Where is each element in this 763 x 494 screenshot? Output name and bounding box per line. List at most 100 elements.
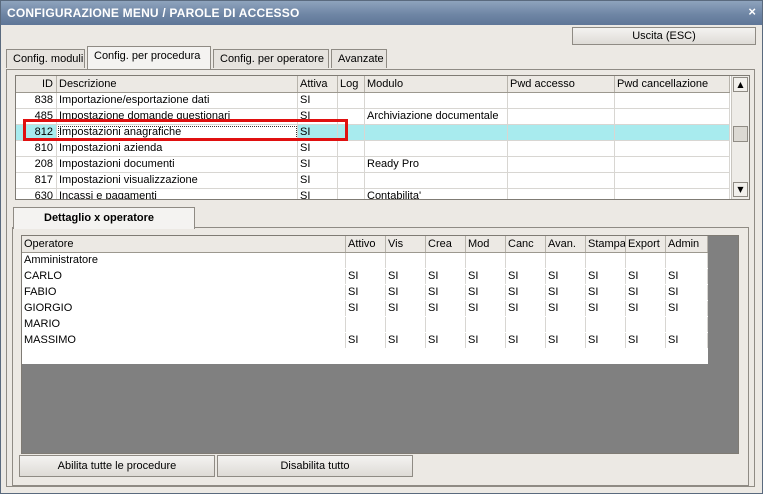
cell-permission[interactable]: SI: [546, 285, 586, 300]
cell-permission[interactable]: SI: [506, 333, 546, 348]
cell-operatore[interactable]: CARLO: [22, 269, 346, 284]
cell-permission[interactable]: SI: [506, 301, 546, 316]
op-col-header-operatore[interactable]: Operatore: [22, 236, 346, 252]
cell-permission[interactable]: [426, 253, 466, 268]
cell-permission[interactable]: SI: [346, 285, 386, 300]
cell-modulo[interactable]: Archiviazione documentale: [365, 109, 508, 124]
cell-permission[interactable]: SI: [426, 333, 466, 348]
cell-operatore[interactable]: MASSIMO: [22, 333, 346, 348]
cell-pwd-cancellazione[interactable]: [615, 125, 730, 140]
cell-permission[interactable]: SI: [666, 301, 708, 316]
col-header-pwd-accesso[interactable]: Pwd accesso: [508, 76, 615, 92]
operator-row[interactable]: CARLO SI SI SI SI SI SI SI SI SI: [22, 269, 708, 285]
cell-attiva[interactable]: SI: [298, 173, 338, 188]
cell-permission[interactable]: SI: [346, 301, 386, 316]
cell-permission[interactable]: SI: [346, 333, 386, 348]
procedure-row[interactable]: 630 Incassi e pagamenti SI Contabilita': [16, 189, 730, 199]
op-col-header-avan[interactable]: Avan.: [546, 236, 586, 252]
cell-pwd-accesso[interactable]: [508, 125, 615, 140]
procedure-row[interactable]: 810 Impostazioni azienda SI: [16, 141, 730, 157]
cell-log[interactable]: [338, 173, 365, 188]
cell-permission[interactable]: [466, 317, 506, 332]
disable-all-button[interactable]: Disabilita tutto: [217, 455, 413, 477]
cell-modulo[interactable]: [365, 93, 508, 108]
cell-pwd-accesso[interactable]: [508, 109, 615, 124]
cell-permission[interactable]: SI: [386, 333, 426, 348]
op-col-header-vis[interactable]: Vis: [386, 236, 426, 252]
op-col-header-canc[interactable]: Canc: [506, 236, 546, 252]
cell-permission[interactable]: [386, 317, 426, 332]
title-bar[interactable]: CONFIGURAZIONE MENU / PAROLE DI ACCESSO …: [1, 1, 762, 25]
cell-id[interactable]: 838: [16, 93, 57, 108]
procedure-row[interactable]: 838 Importazione/esportazione dati SI: [16, 93, 730, 109]
cell-permission[interactable]: [666, 317, 708, 332]
cell-permission[interactable]: SI: [666, 333, 708, 348]
scroll-up-icon[interactable]: ▲: [733, 77, 748, 92]
cell-id[interactable]: 630: [16, 189, 57, 199]
cell-modulo[interactable]: Contabilita': [365, 189, 508, 199]
cell-permission[interactable]: [466, 253, 506, 268]
cell-permission[interactable]: [626, 317, 666, 332]
cell-id[interactable]: 810: [16, 141, 57, 156]
operators-grid[interactable]: Operatore Attivo Vis Crea Mod Canc Avan. Stampa…: [21, 235, 739, 454]
cell-permission[interactable]: SI: [666, 269, 708, 284]
cell-log[interactable]: [338, 93, 365, 108]
cell-descrizione[interactable]: Impostazioni visualizzazione: [57, 173, 298, 188]
cell-operatore[interactable]: FABIO: [22, 285, 346, 300]
cell-permission[interactable]: SI: [626, 285, 666, 300]
op-col-header-export[interactable]: Export: [626, 236, 666, 252]
cell-permission[interactable]: SI: [586, 269, 626, 284]
cell-pwd-cancellazione[interactable]: [615, 173, 730, 188]
cell-descrizione[interactable]: Impostazioni documenti: [57, 157, 298, 172]
scroll-thumb[interactable]: [733, 126, 748, 142]
cell-permission[interactable]: [586, 317, 626, 332]
cell-attiva[interactable]: SI: [298, 157, 338, 172]
tab-config-moduli[interactable]: Config. moduli: [6, 49, 85, 68]
cell-permission[interactable]: [546, 317, 586, 332]
cell-permission[interactable]: SI: [426, 285, 466, 300]
cell-log[interactable]: [338, 141, 365, 156]
cell-permission[interactable]: SI: [466, 333, 506, 348]
operator-row[interactable]: GIORGIO SI SI SI SI SI SI SI SI SI: [22, 301, 708, 317]
cell-permission[interactable]: SI: [626, 301, 666, 316]
operator-row[interactable]: MASSIMO SI SI SI SI SI SI SI SI SI: [22, 333, 708, 349]
cell-permission[interactable]: SI: [666, 285, 708, 300]
cell-permission[interactable]: SI: [346, 269, 386, 284]
cell-attiva[interactable]: SI: [298, 141, 338, 156]
tab-config-per-procedura[interactable]: Config. per procedura: [87, 46, 211, 69]
cell-permission[interactable]: SI: [586, 333, 626, 348]
cell-permission[interactable]: SI: [546, 269, 586, 284]
cell-pwd-cancellazione[interactable]: [615, 93, 730, 108]
cell-descrizione[interactable]: Impostazioni azienda: [57, 141, 298, 156]
enable-all-button[interactable]: Abilita tutte le procedure: [19, 455, 215, 477]
cell-log[interactable]: [338, 189, 365, 199]
cell-id[interactable]: 208: [16, 157, 57, 172]
procedure-row[interactable]: 817 Impostazioni visualizzazione SI: [16, 173, 730, 189]
cell-pwd-accesso[interactable]: [508, 189, 615, 199]
cell-permission[interactable]: SI: [386, 301, 426, 316]
cell-pwd-cancellazione[interactable]: [615, 189, 730, 199]
cell-permission[interactable]: SI: [466, 301, 506, 316]
cell-permission[interactable]: [346, 253, 386, 268]
op-col-header-crea[interactable]: Crea: [426, 236, 466, 252]
col-header-modulo[interactable]: Modulo: [365, 76, 508, 92]
cell-operatore[interactable]: Amministratore: [22, 253, 346, 268]
cell-modulo[interactable]: [365, 173, 508, 188]
cell-permission[interactable]: [546, 253, 586, 268]
cell-permission[interactable]: SI: [626, 333, 666, 348]
cell-permission[interactable]: SI: [386, 285, 426, 300]
col-header-id[interactable]: ID: [16, 76, 57, 92]
cell-permission[interactable]: [626, 253, 666, 268]
cell-modulo[interactable]: Ready Pro: [365, 157, 508, 172]
cell-log[interactable]: [338, 157, 365, 172]
cell-pwd-accesso[interactable]: [508, 141, 615, 156]
operator-row[interactable]: Amministratore: [22, 253, 708, 269]
cell-attiva[interactable]: SI: [298, 93, 338, 108]
op-col-header-stampa[interactable]: Stampa: [586, 236, 626, 252]
cell-permission[interactable]: SI: [466, 269, 506, 284]
col-header-descrizione[interactable]: Descrizione: [57, 76, 298, 92]
tab-config-per-operatore[interactable]: Config. per operatore: [213, 49, 329, 68]
cell-permission[interactable]: SI: [506, 269, 546, 284]
cell-permission[interactable]: SI: [586, 301, 626, 316]
procedures-scrollbar[interactable]: ▲ ▼: [731, 76, 749, 199]
